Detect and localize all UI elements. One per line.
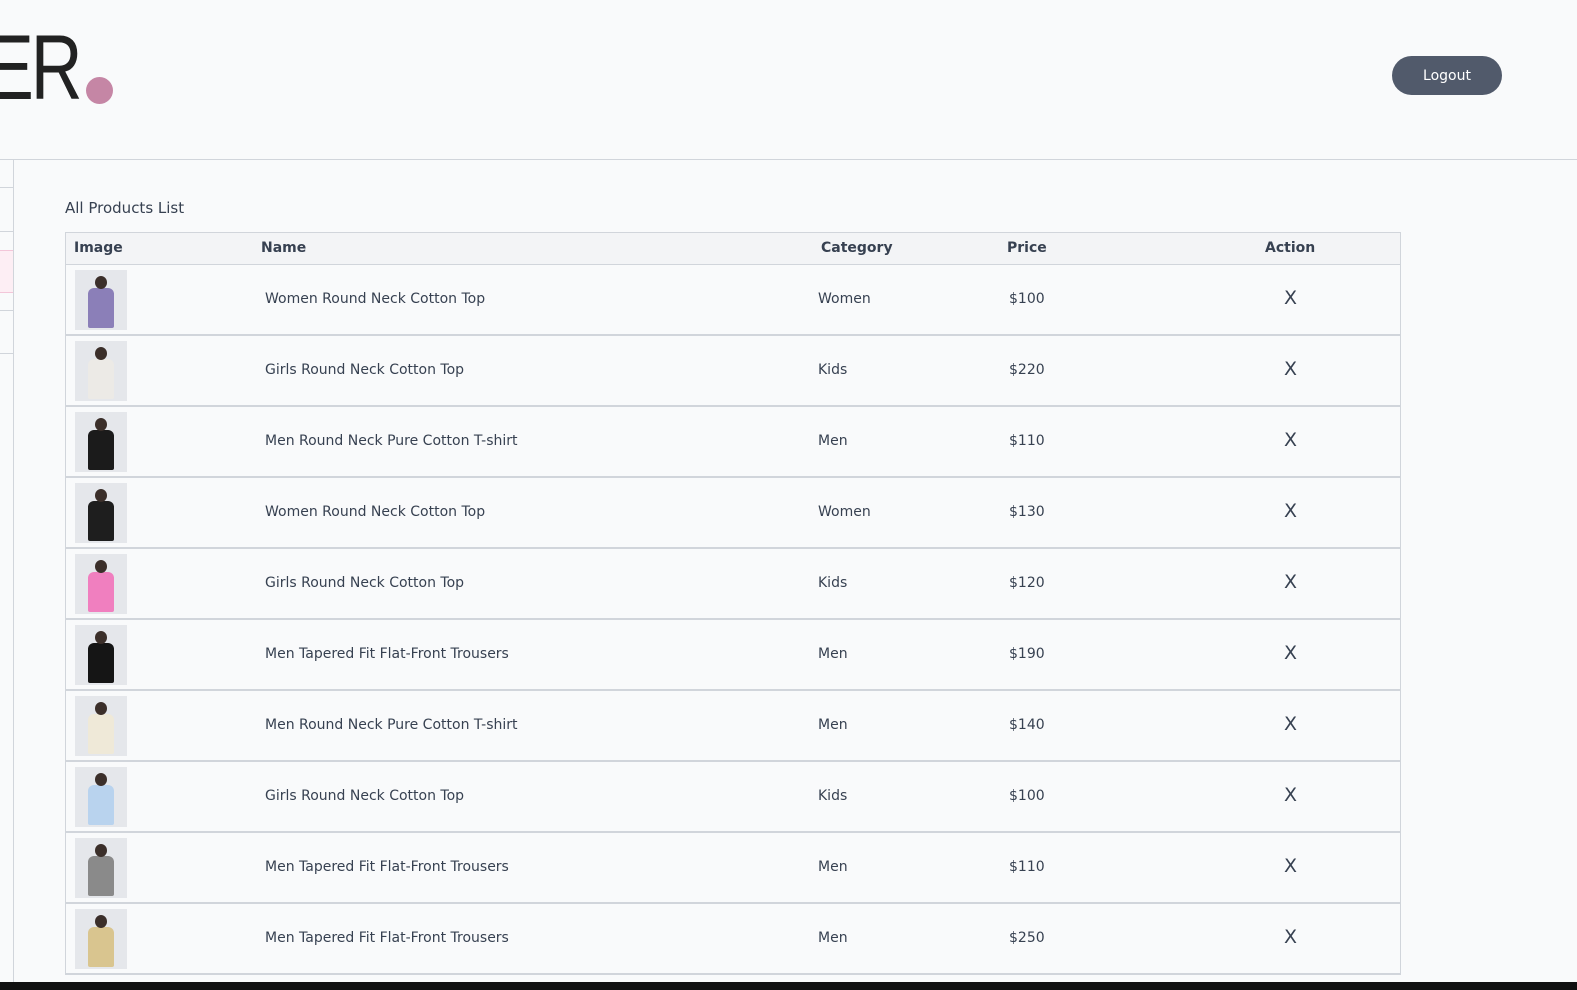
sidebar-divider bbox=[0, 187, 13, 188]
product-image bbox=[75, 838, 127, 898]
remove-product-button[interactable]: X bbox=[1284, 784, 1297, 806]
product-image-model bbox=[95, 560, 107, 573]
remove-product-button[interactable]: X bbox=[1284, 571, 1297, 593]
product-category: Men bbox=[818, 433, 848, 449]
remove-product-button[interactable]: X bbox=[1284, 926, 1297, 948]
product-price: $190 bbox=[1009, 646, 1045, 662]
table-header: Image Name Category Price Action bbox=[66, 232, 1400, 265]
product-image-garment bbox=[88, 501, 114, 541]
sidebar-divider bbox=[0, 353, 13, 354]
product-image-garment bbox=[88, 288, 114, 328]
table-row: Men Tapered Fit Flat-Front Trousers Men $1… bbox=[66, 620, 1400, 691]
product-image-model bbox=[95, 489, 107, 502]
product-image-model bbox=[95, 418, 107, 431]
product-price: $120 bbox=[1009, 575, 1045, 591]
header: ER Logout bbox=[0, 0, 1577, 160]
product-price: $110 bbox=[1009, 433, 1045, 449]
column-header-price: Price bbox=[1007, 240, 1047, 256]
product-image-model bbox=[95, 773, 107, 786]
column-header-image: Image bbox=[74, 240, 123, 256]
product-price: $100 bbox=[1009, 291, 1045, 307]
product-image-garment bbox=[88, 643, 114, 683]
logo-dot bbox=[86, 77, 113, 104]
product-name: Women Round Neck Cotton Top bbox=[265, 291, 486, 307]
table-row: Girls Round Neck Cotton Top Kids $220 X bbox=[66, 336, 1400, 407]
product-image-model bbox=[95, 915, 107, 928]
product-image bbox=[75, 625, 127, 685]
product-category: Men bbox=[818, 646, 848, 662]
product-image-model bbox=[95, 631, 107, 644]
product-image-garment bbox=[88, 856, 114, 896]
table-row: Men Round Neck Pure Cotton T-shirt Men $11… bbox=[66, 407, 1400, 478]
product-price: $100 bbox=[1009, 788, 1045, 804]
product-name: Men Tapered Fit Flat-Front Trousers bbox=[265, 859, 509, 875]
remove-product-button[interactable]: X bbox=[1284, 855, 1297, 877]
product-name: Women Round Neck Cotton Top bbox=[265, 504, 486, 520]
table-row: Men Tapered Fit Flat-Front Trousers Men $1… bbox=[66, 833, 1400, 904]
sidebar-divider bbox=[0, 231, 13, 232]
column-header-name: Name bbox=[261, 240, 307, 256]
sidebar-item-active[interactable] bbox=[0, 250, 13, 293]
remove-product-button[interactable]: X bbox=[1284, 500, 1297, 522]
product-image-model bbox=[95, 347, 107, 360]
product-price: $140 bbox=[1009, 717, 1045, 733]
product-name: Girls Round Neck Cotton Top bbox=[265, 788, 465, 804]
table-row: Girls Round Neck Cotton Top Kids $100 X bbox=[66, 762, 1400, 833]
products-table: Image Name Category Price Action Women R… bbox=[65, 232, 1401, 975]
table-body: Women Round Neck Cotton Top Women $100 X Gir… bbox=[66, 265, 1400, 975]
remove-product-button[interactable]: X bbox=[1284, 642, 1297, 664]
product-image bbox=[75, 696, 127, 756]
table-row: Men Round Neck Pure Cotton T-shirt Men $14… bbox=[66, 691, 1400, 762]
product-category: Kids bbox=[818, 362, 848, 378]
remove-product-button[interactable]: X bbox=[1284, 713, 1297, 735]
product-category: Women bbox=[818, 291, 871, 307]
product-name: Men Round Neck Pure Cotton T-shirt bbox=[265, 433, 518, 449]
product-name: Men Tapered Fit Flat-Front Trousers bbox=[265, 930, 509, 946]
product-image-garment bbox=[88, 572, 114, 612]
product-image-garment bbox=[88, 359, 114, 399]
product-image-garment bbox=[88, 714, 114, 754]
remove-product-button[interactable]: X bbox=[1284, 358, 1297, 380]
product-image bbox=[75, 554, 127, 614]
product-category: Men bbox=[818, 930, 848, 946]
product-name: Girls Round Neck Cotton Top bbox=[265, 362, 465, 378]
product-price: $130 bbox=[1009, 504, 1045, 520]
product-price: $110 bbox=[1009, 859, 1045, 875]
column-header-category: Category bbox=[821, 240, 893, 256]
product-image bbox=[75, 909, 127, 969]
product-image-garment bbox=[88, 927, 114, 967]
product-image bbox=[75, 270, 127, 330]
product-image-garment bbox=[88, 785, 114, 825]
column-header-action: Action bbox=[1265, 240, 1316, 256]
table-row: Women Round Neck Cotton Top Women $130 X bbox=[66, 478, 1400, 549]
product-image-model bbox=[95, 844, 107, 857]
product-category: Kids bbox=[818, 575, 848, 591]
product-category: Kids bbox=[818, 788, 848, 804]
product-name: Girls Round Neck Cotton Top bbox=[265, 575, 465, 591]
product-price: $220 bbox=[1009, 362, 1045, 378]
sidebar-divider bbox=[0, 310, 13, 311]
bottom-edge bbox=[0, 982, 1577, 990]
product-image bbox=[75, 341, 127, 401]
product-image-model bbox=[95, 276, 107, 289]
product-image-model bbox=[95, 702, 107, 715]
logo: ER bbox=[0, 17, 83, 119]
remove-product-button[interactable]: X bbox=[1284, 429, 1297, 451]
product-image bbox=[75, 767, 127, 827]
product-price: $250 bbox=[1009, 930, 1045, 946]
product-image bbox=[75, 412, 127, 472]
product-name: Men Tapered Fit Flat-Front Trousers bbox=[265, 646, 509, 662]
remove-product-button[interactable]: X bbox=[1284, 287, 1297, 309]
product-category: Women bbox=[818, 504, 871, 520]
table-row: Women Round Neck Cotton Top Women $100 X bbox=[66, 265, 1400, 336]
product-name: Men Round Neck Pure Cotton T-shirt bbox=[265, 717, 518, 733]
product-category: Men bbox=[818, 859, 848, 875]
product-category: Men bbox=[818, 717, 848, 733]
table-row: Girls Round Neck Cotton Top Kids $120 X bbox=[66, 549, 1400, 620]
table-row: Men Tapered Fit Flat-Front Trousers Men $2… bbox=[66, 904, 1400, 975]
logout-button[interactable]: Logout bbox=[1392, 56, 1502, 95]
page-title: All Products List bbox=[65, 199, 185, 217]
product-image bbox=[75, 483, 127, 543]
product-image-garment bbox=[88, 430, 114, 470]
